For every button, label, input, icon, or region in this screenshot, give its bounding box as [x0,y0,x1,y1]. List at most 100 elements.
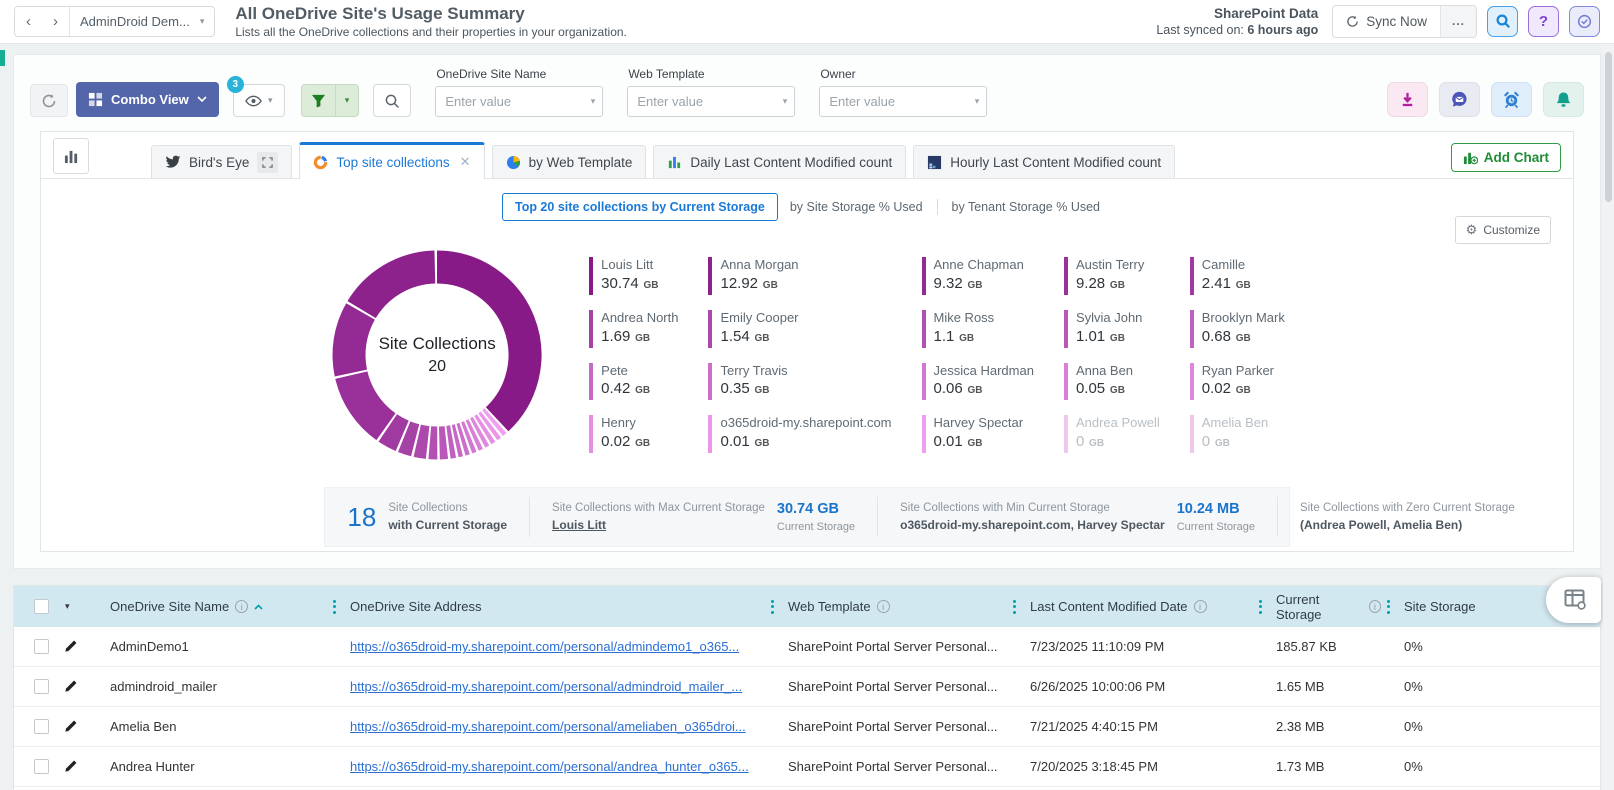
tab-birds-eye[interactable]: Bird's Eye [151,145,293,178]
legend-item[interactable]: Jessica Hardman 0.06 GB [921,362,1034,401]
column-menu-icon[interactable] [1013,599,1016,614]
legend-item[interactable]: Andrea Powell 0 GB [1063,415,1160,453]
subtab-top20-current-storage[interactable]: Top 20 site collections by Current Stora… [501,193,778,221]
legend-item[interactable]: Pete 0.42 GB [589,362,678,401]
legend-item[interactable]: Austin Terry 9.28 GB [1063,257,1160,295]
column-visibility-button[interactable]: 3 ▾ [226,76,285,117]
selection-menu-icon[interactable]: ▾ [65,601,70,612]
legend-item[interactable]: Anna Ben 0.05 GB [1063,362,1160,401]
column-header-current-storage[interactable]: Current Storage i [1272,586,1400,627]
help-button[interactable]: ? [1528,5,1559,37]
legend-item[interactable]: o365droid-my.sharepoint.com 0.01 GB [708,415,892,453]
view-switcher-button[interactable]: Combo View [76,82,219,117]
legend-item[interactable]: Louis Litt 30.74 GB [589,257,678,295]
legend-item[interactable]: Ryan Parker 0.02 GB [1189,362,1285,401]
legend-item[interactable]: Sylvia John 1.01 GB [1063,309,1160,348]
row-checkbox[interactable] [34,759,49,775]
column-menu-icon[interactable] [1387,599,1390,614]
edit-pencil-icon[interactable] [63,679,78,694]
stat-min-name: o365droid-my.sharepoint.com, Harvey Spec… [900,517,1165,532]
column-chooser-button[interactable] [1546,577,1601,624]
legend-item[interactable]: Henry 0.02 GB [589,415,678,453]
cell-site-address-link[interactable]: https://o365droid-my.sharepoint.com/pers… [350,679,742,694]
column-header-site-name[interactable]: OneDrive Site Name i [106,586,346,627]
edit-pencil-icon[interactable] [63,759,78,774]
export-download-button[interactable] [1387,82,1428,117]
sync-now-button[interactable]: Sync Now [1333,6,1440,37]
cell-site-storage: 0% [1404,759,1423,775]
legend-item[interactable]: Anne Chapman 9.32 GB [921,257,1034,295]
info-icon[interactable]: i [1368,600,1381,614]
chevron-down-icon: ▾ [344,95,350,105]
tab-daily-last-content-modified[interactable]: Daily Last Content Modified count [653,145,907,178]
stat-max-name[interactable]: Louis Litt [552,517,765,533]
edit-pencil-icon[interactable] [63,639,78,654]
sidebar-handle[interactable] [0,50,5,66]
chart-body: Site Collections 20 Louis Litt 30.74 GB … [41,221,1573,469]
view-switcher-label: Combo View [111,92,189,107]
legend-item[interactable]: Amelia Ben 0 GB [1189,415,1285,453]
legend-item[interactable]: Anna Morgan 12.92 GB [708,257,891,295]
info-icon[interactable]: i [1193,600,1207,614]
cell-site-address-link[interactable]: https://o365droid-my.sharepoint.com/pers… [350,639,739,654]
legend-item[interactable]: Camille 2.41 GB [1189,257,1285,295]
expand-icon[interactable] [257,151,279,173]
select-all-checkbox[interactable] [34,599,49,615]
column-header-web-template[interactable]: Web Template i [784,586,1026,627]
tab-top-site-collections[interactable]: Top site collections ✕ [299,142,485,179]
search-in-report-button[interactable] [373,84,412,117]
onedrive-site-name-input[interactable] [435,86,604,117]
scrollbar[interactable] [1603,44,1614,790]
column-menu-icon[interactable] [1259,599,1262,614]
legend-item[interactable]: Harvey Spectar 0.01 GB [921,415,1034,453]
legend-name: Harvey Spectar [933,415,1024,431]
refresh-report-button[interactable] [30,84,68,117]
global-search-button[interactable] [1487,5,1518,37]
scrollbar-thumb[interactable] [1605,52,1612,202]
schedule-button[interactable] [1491,82,1532,117]
cell-site-storage: 0% [1404,639,1423,655]
more-options-button[interactable]: ... [1440,5,1476,37]
row-checkbox[interactable] [34,719,49,735]
cell-site-address-link[interactable]: https://o365droid-my.sharepoint.com/pers… [350,759,749,774]
cell-site-address-link[interactable]: https://o365droid-my.sharepoint.com/pers… [350,719,746,734]
donut-chart[interactable]: Site Collections 20 [329,247,545,463]
feedback-button[interactable] [1439,82,1480,117]
edit-pencil-icon[interactable] [63,719,78,734]
legend-value: 0.02 [601,433,631,451]
info-icon[interactable]: i [235,600,249,614]
filter-button[interactable] [302,85,335,116]
info-icon[interactable]: i [876,600,890,614]
task-status-button[interactable] [1569,5,1600,37]
chart-list-button[interactable] [53,138,89,174]
customize-label: Customize [1483,223,1540,237]
row-checkbox[interactable] [34,639,49,655]
legend-unit: GB [1232,332,1251,344]
owner-input[interactable] [819,86,988,117]
alerts-button[interactable] [1543,82,1584,117]
subtab-tenant-storage-used[interactable]: by Tenant Storage % Used [940,194,1112,220]
legend-item[interactable]: Emily Cooper 1.54 GB [708,309,891,348]
organization-selector[interactable]: AdminDroid Dem... ▾ [70,7,214,36]
row-checkbox[interactable] [34,679,49,695]
add-chart-button[interactable]: Add Chart [1450,143,1561,172]
subtab-site-storage-used[interactable]: by Site Storage % Used [778,194,935,220]
column-menu-icon[interactable] [333,599,336,614]
legend-item[interactable]: Mike Ross 1.1 GB [921,309,1034,348]
close-icon[interactable]: ✕ [460,154,471,170]
column-header-last-modified[interactable]: Last Content Modified Date i [1026,586,1272,627]
tab-hourly-last-content-modified[interactable]: Hourly Last Content Modified count [913,145,1176,178]
legend-item[interactable]: Andrea North 1.69 GB [589,309,678,348]
forward-icon[interactable]: › [42,7,69,36]
customize-button[interactable]: ⚙ Customize [1454,216,1551,244]
column-menu-icon[interactable] [771,599,774,614]
legend-item[interactable]: Terry Travis 0.35 GB [708,362,891,401]
tab-by-web-template[interactable]: by Web Template [491,145,647,178]
download-icon [1402,92,1413,107]
legend-item[interactable]: Brooklyn Mark 0.68 GB [1189,309,1285,348]
column-header-site-address[interactable]: OneDrive Site Address [346,586,784,627]
back-icon[interactable]: ‹ [15,7,42,36]
web-template-input[interactable] [627,86,796,117]
donut-chart-icon [314,155,328,169]
filter-options-button[interactable]: ▾ [334,85,359,116]
